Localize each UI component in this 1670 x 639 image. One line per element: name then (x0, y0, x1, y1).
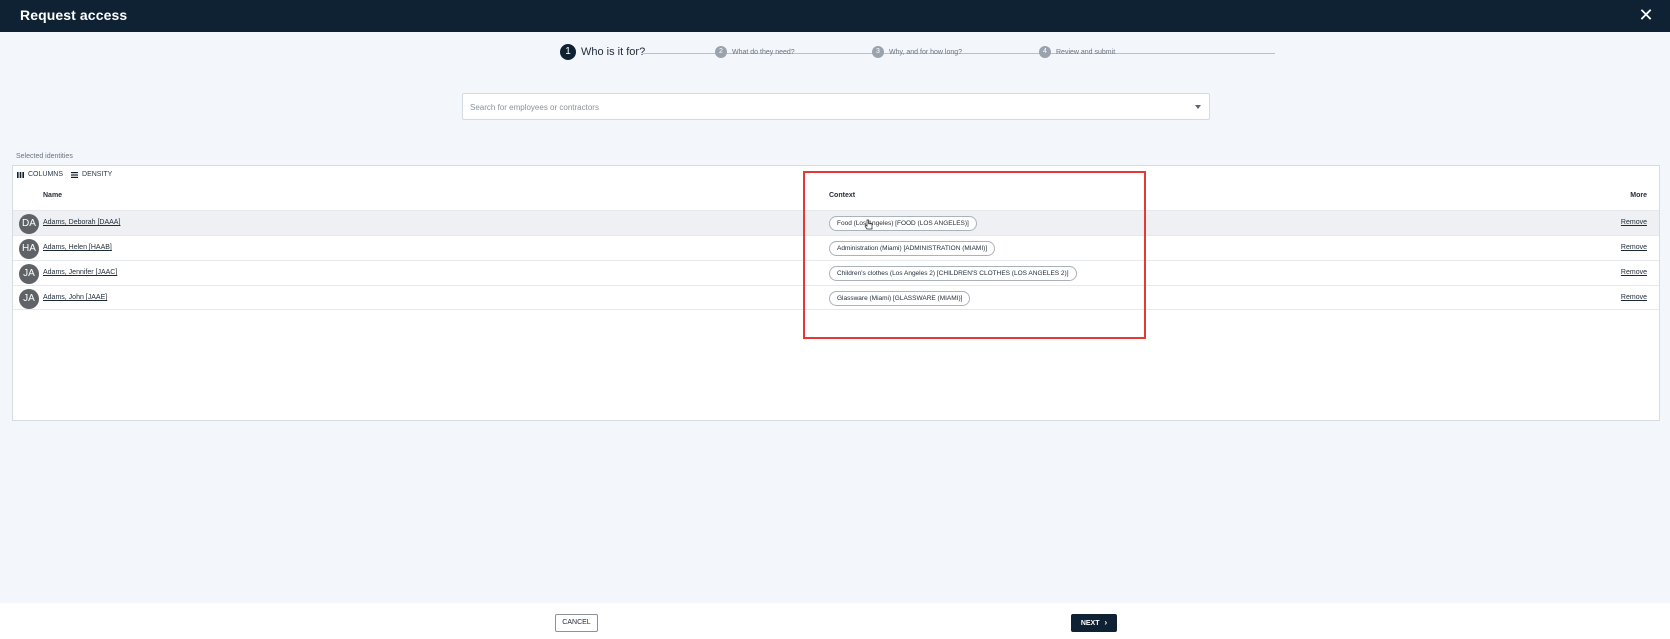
column-header-more: More (1630, 192, 1647, 199)
step-label: Why, and for how long? (889, 48, 963, 56)
dialog-header: Request access ✕ (0, 0, 1670, 32)
density-icon (71, 171, 79, 178)
density-button[interactable]: DENSITY (71, 171, 112, 178)
avatar: HA (19, 239, 39, 259)
chevron-right-icon: › (1104, 618, 1108, 627)
close-icon[interactable]: ✕ (1636, 5, 1656, 25)
dialog-footer (0, 603, 1670, 639)
identity-name-link[interactable]: Adams, Deborah [DAAA] (43, 219, 120, 226)
cancel-button[interactable]: CANCEL (555, 614, 598, 632)
next-label: NEXT (1080, 620, 1100, 627)
step-number: 1 (560, 44, 576, 60)
step-3[interactable]: 3 Why, and for how long? (872, 46, 962, 58)
remove-link[interactable]: Remove (1621, 219, 1647, 226)
step-label: What do they need? (732, 48, 795, 56)
remove-link[interactable]: Remove (1621, 244, 1647, 251)
search-input[interactable]: Search for employees or contractors (462, 93, 1210, 120)
chevron-down-icon[interactable] (1195, 105, 1201, 109)
next-button[interactable]: NEXT › (1071, 614, 1117, 632)
identity-name-link[interactable]: Adams, Jennifer [JAAC] (43, 269, 117, 276)
columns-button[interactable]: COLUMNS (17, 171, 63, 178)
identity-name-link[interactable]: Adams, John [JAAE] (43, 294, 107, 301)
search-placeholder: Search for employees or contractors (470, 103, 599, 112)
step-label: Who is it for? (581, 46, 646, 58)
grid-toolbar: COLUMNS DENSITY (17, 171, 120, 178)
avatar: JA (19, 264, 39, 284)
hand-cursor-icon (864, 219, 873, 230)
avatar: JA (19, 289, 39, 309)
step-2[interactable]: 2 What do they need? (715, 46, 795, 58)
dialog-title: Request access (20, 7, 128, 23)
step-number: 3 (872, 46, 884, 58)
avatar: DA (19, 214, 39, 234)
step-label: Review and submit (1056, 48, 1116, 56)
step-4[interactable]: 4 Review and submit (1039, 46, 1115, 58)
step-number: 4 (1039, 46, 1051, 58)
columns-icon (17, 171, 24, 178)
columns-label: COLUMNS (28, 171, 64, 178)
step-1[interactable]: 1 Who is it for? (560, 44, 645, 60)
density-label: DENSITY (82, 171, 113, 178)
identity-name-link[interactable]: Adams, Helen [HAAB] (43, 244, 112, 251)
remove-link[interactable]: Remove (1621, 269, 1647, 276)
remove-link[interactable]: Remove (1621, 294, 1647, 301)
selected-identities-label: Selected identities (16, 153, 73, 160)
column-header-name[interactable]: Name (43, 192, 62, 202)
annotation-highlight-box (803, 171, 1146, 339)
step-number: 2 (715, 46, 727, 58)
